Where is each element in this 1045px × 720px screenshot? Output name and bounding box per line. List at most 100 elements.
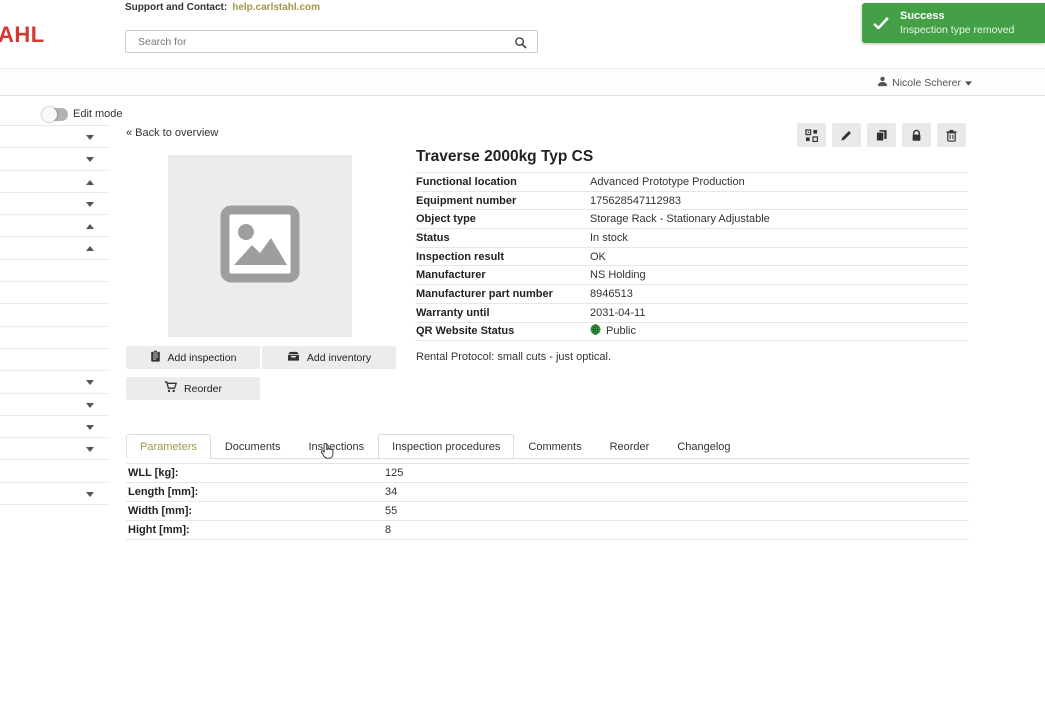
- detail-value: OK: [590, 251, 606, 263]
- chevron-down-icon: [965, 77, 972, 89]
- search-icon[interactable]: [514, 36, 527, 54]
- detail-row: Inspection result OK: [415, 248, 968, 267]
- chevron-icon: [86, 157, 94, 162]
- parameter-label: Width [mm]:: [126, 505, 385, 517]
- edit-mode-toggle[interactable]: [43, 108, 68, 121]
- sidebar-item[interactable]: [0, 260, 110, 282]
- chevron-icon: [86, 380, 94, 385]
- sidebar-item[interactable]: [0, 237, 110, 259]
- edit-mode-row: Edit mode: [0, 103, 110, 126]
- tab[interactable]: Reorder: [596, 434, 664, 459]
- detail-value-cell: 8946513: [590, 288, 633, 300]
- sidebar-items: [0, 126, 110, 505]
- tab[interactable]: Comments: [514, 434, 595, 459]
- detail-row: Warranty until 2031-04-11: [415, 304, 968, 323]
- tab-label: Inspection procedures: [392, 441, 500, 453]
- detail-value-cell: 2031-04-11: [590, 307, 645, 319]
- lock-button[interactable]: [902, 123, 931, 147]
- tab-label: Changelog: [677, 441, 730, 453]
- parameter-row: Length [mm]: 34: [126, 483, 969, 502]
- globe-public-icon: [590, 324, 601, 338]
- chevron-icon: [86, 180, 94, 185]
- tab[interactable]: Inspection procedures: [378, 434, 514, 459]
- duplicate-button[interactable]: [867, 123, 896, 147]
- sidebar-item[interactable]: [0, 171, 110, 193]
- parameter-label: Length [mm]:: [126, 486, 385, 498]
- sidebar-item[interactable]: [0, 215, 110, 237]
- product-image-placeholder: [168, 155, 352, 337]
- detail-row: Functional location Advanced Prototype P…: [415, 173, 968, 192]
- detail-row: Object type Storage Rack - Stationary Ad…: [415, 210, 968, 229]
- main-nav: Nicole Scherer: [0, 68, 1045, 96]
- back-to-overview-link[interactable]: « Back to overview: [126, 127, 218, 139]
- edit-button[interactable]: [832, 123, 861, 147]
- sidebar-item[interactable]: [0, 304, 110, 326]
- add-inspection-button[interactable]: Add inspection: [126, 346, 260, 369]
- sidebar-item[interactable]: [0, 460, 110, 482]
- detail-label: Functional location: [415, 176, 590, 188]
- detail-row: Manufacturer part number 8946513: [415, 285, 968, 304]
- checkmark-icon: [873, 16, 889, 34]
- sidebar-item[interactable]: [0, 394, 110, 416]
- cart-icon: [164, 381, 177, 396]
- detail-label: Equipment number: [415, 195, 590, 207]
- sidebar-item[interactable]: [0, 193, 110, 215]
- asset-detail-panel: Traverse 2000kg Typ CS Functional locati…: [415, 148, 968, 363]
- parameter-value: 8: [385, 524, 391, 536]
- sidebar-item[interactable]: [0, 438, 110, 460]
- sidebar-item[interactable]: [0, 483, 110, 505]
- sidebar: Edit mode: [0, 103, 110, 505]
- detail-value-cell: OK: [590, 251, 606, 263]
- chevron-icon: [86, 202, 94, 207]
- tab-label: Reorder: [610, 441, 650, 453]
- support-link[interactable]: help.carlstahl.com: [232, 2, 320, 13]
- chevron-icon: [86, 246, 94, 251]
- support-contact-line: Support and Contact:help.carlstahl.com: [125, 2, 320, 13]
- user-menu[interactable]: Nicole Scherer: [877, 69, 972, 96]
- detail-tabs: Parameters Documents Inspections Inspection…: [126, 434, 969, 459]
- detail-value-cell: Advanced Prototype Production: [590, 176, 745, 188]
- toggle-knob-icon: [42, 107, 57, 122]
- reorder-button[interactable]: Reorder: [126, 377, 260, 400]
- detail-value: 2031-04-11: [590, 307, 645, 319]
- tab[interactable]: Parameters: [126, 434, 211, 459]
- sidebar-item[interactable]: [0, 416, 110, 438]
- app-window: Support and Contact:help.carlstahl.com A…: [0, 0, 1045, 720]
- parameter-label: WLL [kg]:: [126, 467, 385, 479]
- sidebar-item[interactable]: [0, 371, 110, 393]
- detail-label: Manufacturer part number: [415, 288, 590, 300]
- detail-label: QR Website Status: [415, 325, 590, 337]
- global-search: [125, 30, 538, 53]
- tab-label: Inspections: [309, 441, 365, 453]
- chevron-icon: [86, 135, 94, 140]
- sidebar-item[interactable]: [0, 349, 110, 371]
- clipboard-icon: [150, 350, 161, 365]
- add-inventory-button[interactable]: Add inventory: [262, 346, 396, 369]
- edit-mode-label: Edit mode: [73, 108, 123, 120]
- toast-title: Success: [900, 10, 945, 22]
- detail-value-cell: NS Holding: [590, 269, 646, 281]
- tab-label: Parameters: [140, 441, 197, 453]
- detail-label: Inspection result: [415, 251, 590, 263]
- sidebar-item[interactable]: [0, 126, 110, 148]
- search-input[interactable]: [126, 31, 537, 52]
- chevron-icon: [86, 403, 94, 408]
- brand-logo: AHL: [0, 22, 45, 48]
- success-toast[interactable]: Success Inspection type removed: [862, 3, 1045, 43]
- toast-message: Inspection type removed: [900, 24, 1014, 36]
- sidebar-item[interactable]: [0, 282, 110, 304]
- delete-button[interactable]: [937, 123, 966, 147]
- detail-value-cell: 175628547112983: [590, 195, 681, 207]
- sidebar-item[interactable]: [0, 327, 110, 349]
- parameters-table: WLL [kg]: 125 Length [mm]: 34 Width [mm]…: [126, 463, 969, 540]
- rental-protocol-note: Rental Protocol: small cuts - just optic…: [415, 351, 968, 363]
- tab[interactable]: Changelog: [663, 434, 744, 459]
- parameter-value: 125: [385, 467, 403, 479]
- sidebar-item[interactable]: [0, 148, 110, 170]
- tab[interactable]: Inspections: [295, 434, 379, 459]
- user-icon: [877, 76, 888, 90]
- qr-code-button[interactable]: [797, 123, 826, 147]
- detail-row: Manufacturer NS Holding: [415, 266, 968, 285]
- detail-value-cell: In stock: [590, 232, 628, 244]
- tab[interactable]: Documents: [211, 434, 295, 459]
